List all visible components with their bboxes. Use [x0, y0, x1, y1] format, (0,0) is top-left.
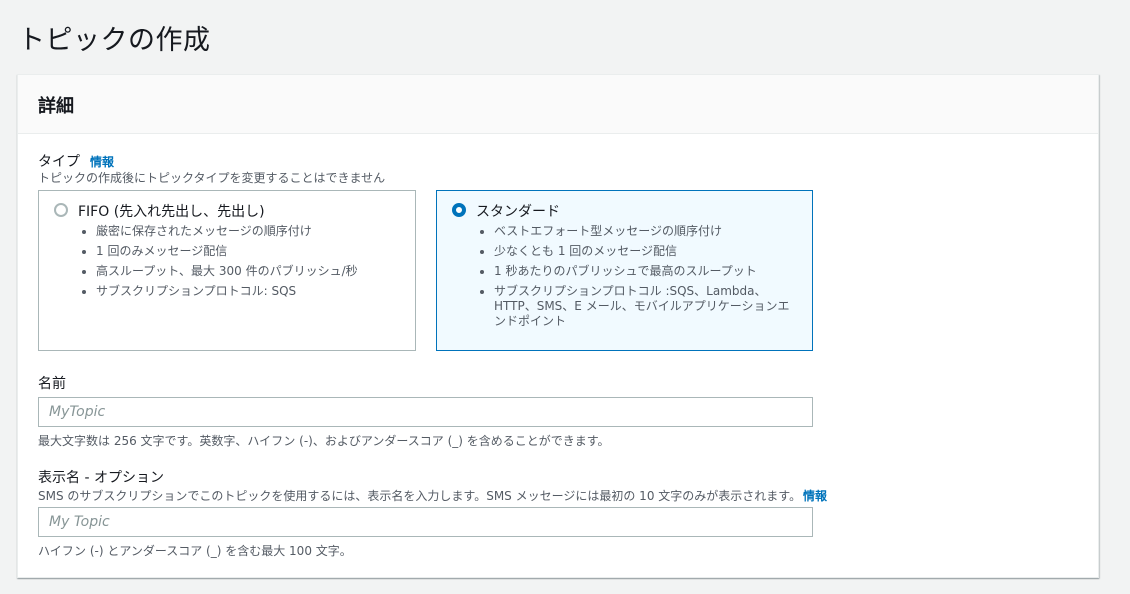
list-item: 厳密に保存されたメッセージの順序付け [96, 224, 416, 239]
list-item: 少なくとも 1 回のメッセージ配信 [494, 244, 794, 259]
list-item: 1 秒あたりのパブリッシュで最高のスループット [494, 264, 794, 279]
details-header: 詳細 [38, 96, 74, 117]
display-name-constraint: ハイフン (-) とアンダースコア (_) を含む最大 100 文字。 [38, 544, 352, 558]
display-name-input[interactable] [38, 507, 813, 537]
list-item: 1 回のみメッセージ配信 [96, 244, 416, 259]
display-name-description: SMS のサブスクリプションでこのトピックを使用するには、表示名を入力します。S… [38, 489, 802, 503]
name-constraint: 最大文字数は 256 文字です。英数字、ハイフン (-)、およびアンダースコア … [38, 434, 610, 448]
type-description: トピックの作成後にトピックタイプを変更することはできません [38, 171, 386, 185]
list-item: ベストエフォート型メッセージの順序付け [494, 224, 794, 239]
details-panel-header: 詳細 [18, 75, 1098, 134]
type-label: タイプ [38, 154, 80, 170]
list-item: 高スループット、最大 300 件のパブリッシュ/秒 [96, 264, 416, 279]
name-input[interactable] [38, 397, 813, 427]
list-item: サブスクリプションプロトコル :SQS、Lambda、HTTP、SMS、E メー… [494, 284, 794, 329]
list-item: サブスクリプションプロトコル: SQS [96, 284, 416, 299]
details-panel: 詳細 タイプ 情報 トピックの作成後にトピックタイプを変更することはできません … [17, 74, 1099, 578]
standard-title: スタンダード [476, 204, 560, 220]
fifo-features-list: 厳密に保存されたメッセージの順序付け 1 回のみメッセージ配信 高スループット、… [78, 224, 416, 304]
page-title: トピックの作成 [18, 25, 211, 56]
fifo-radio[interactable] [54, 203, 68, 217]
standard-features-list: ベストエフォート型メッセージの順序付け 少なくとも 1 回のメッセージ配信 1 … [476, 224, 794, 334]
type-info-link[interactable]: 情報 [90, 153, 114, 170]
display-name-info-link[interactable]: 情報 [803, 487, 827, 504]
display-name-label: 表示名 - オプション [38, 470, 164, 486]
standard-radio[interactable] [452, 203, 466, 217]
name-label: 名前 [38, 376, 66, 392]
fifo-title: FIFO (先入れ先出し、先出し) [78, 204, 265, 220]
type-option-standard[interactable]: スタンダード ベストエフォート型メッセージの順序付け 少なくとも 1 回のメッセ… [436, 190, 813, 351]
type-option-fifo[interactable]: FIFO (先入れ先出し、先出し) 厳密に保存されたメッセージの順序付け 1 回… [38, 190, 416, 351]
